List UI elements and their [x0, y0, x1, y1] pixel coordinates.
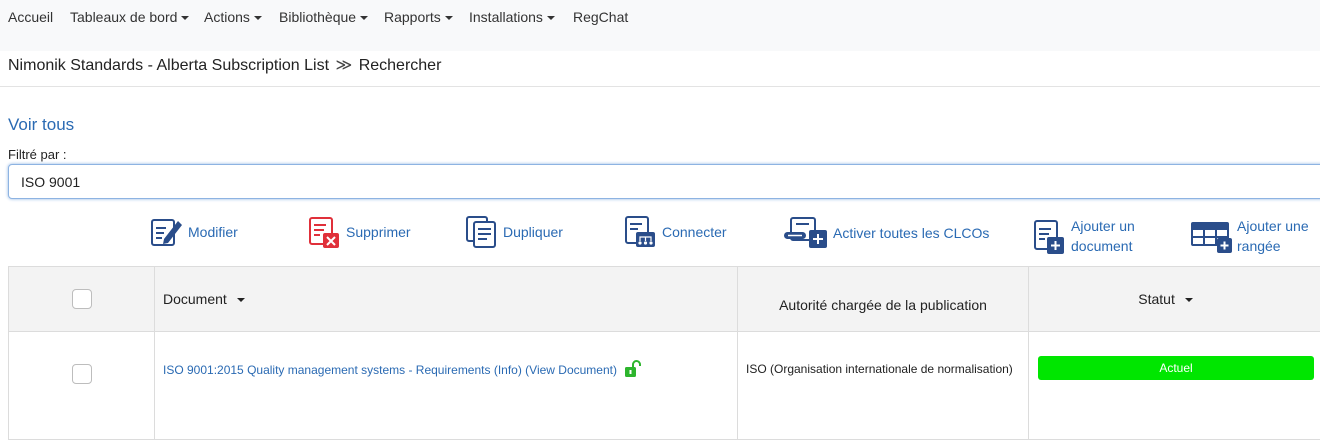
duplicate-icon: [465, 215, 499, 249]
top-navbar: Accueil Tableaux de bord Actions Bibliot…: [0, 0, 1320, 51]
authority-value: ISO (Organisation internationale de norm…: [746, 362, 1013, 376]
connecter-label: Connecter: [662, 224, 727, 240]
filter-input[interactable]: [8, 164, 1320, 199]
connecter-button[interactable]: Connecter: [624, 215, 727, 249]
caret-down-icon: [445, 16, 453, 20]
ajouter-document-button[interactable]: Ajouter un document: [1033, 216, 1135, 256]
nav-accueil-label: Accueil: [8, 9, 53, 25]
ajouter-document-line2: document: [1071, 238, 1132, 254]
ajouter-rangee-line1: Ajouter une: [1237, 218, 1309, 234]
modifier-button[interactable]: Modifier: [150, 215, 238, 249]
modifier-label: Modifier: [188, 224, 238, 240]
nav-rapports-label: Rapports: [384, 9, 441, 25]
nav-tableaux-de-bord[interactable]: Tableaux de bord: [70, 9, 189, 25]
status-badge: Actuel: [1038, 356, 1314, 380]
select-all-cell: [9, 267, 155, 332]
caret-down-icon: [181, 16, 189, 20]
status-header-wrap: Statut: [1138, 291, 1192, 307]
table-header-row: Document Autorité chargée de la publicat…: [9, 267, 1320, 332]
caret-down-icon: [254, 16, 262, 20]
authority-cell: ISO (Organisation internationale de norm…: [738, 332, 1029, 440]
breadcrumb: Nimonik Standards - Alberta Subscription…: [8, 55, 441, 75]
document-cell: ISO 9001:2015 Quality management systems…: [155, 332, 738, 440]
document-link[interactable]: ISO 9001:2015 Quality management systems…: [163, 363, 617, 377]
document-header-label: Document: [163, 291, 227, 307]
ajouter-rangee-label: Ajouter une rangée: [1237, 216, 1309, 256]
unlock-icon: [624, 360, 642, 378]
supprimer-label: Supprimer: [346, 224, 411, 240]
nav-installations[interactable]: Installations: [469, 9, 555, 25]
nav-regchat-label: RegChat: [573, 9, 628, 25]
activer-clcos-label: Activer toutes les CLCOs: [833, 225, 989, 241]
nav-rapports[interactable]: Rapports: [384, 9, 453, 25]
activate-link-icon: [783, 216, 829, 250]
row-select-cell: [9, 332, 155, 440]
nav-actions[interactable]: Actions: [204, 9, 262, 25]
breadcrumb-list-link[interactable]: Nimonik Standards - Alberta Subscription…: [8, 57, 329, 74]
authority-column-header: Autorité chargée de la publication: [738, 267, 1029, 332]
sort-caret-icon: [237, 298, 245, 302]
row-checkbox[interactable]: [72, 364, 92, 384]
divider: [0, 86, 1320, 87]
nav-tableaux-label: Tableaux de bord: [70, 9, 177, 25]
nav-bibliotheque[interactable]: Bibliothèque: [279, 9, 368, 25]
add-document-icon: [1033, 218, 1067, 254]
caret-down-icon: [360, 16, 368, 20]
supprimer-button[interactable]: Supprimer: [308, 215, 411, 249]
breadcrumb-separator: ≫: [336, 57, 353, 74]
ajouter-document-line1: Ajouter un: [1071, 218, 1135, 234]
ajouter-rangee-button[interactable]: Ajouter une rangée: [1191, 216, 1309, 256]
connect-document-icon: [624, 215, 658, 249]
status-header-label: Statut: [1138, 291, 1175, 307]
voir-tous-link[interactable]: Voir tous: [8, 115, 74, 135]
dupliquer-button[interactable]: Dupliquer: [465, 215, 563, 249]
sort-caret-icon: [1185, 298, 1193, 302]
document-column-header[interactable]: Document: [155, 267, 738, 332]
caret-down-icon: [547, 16, 555, 20]
documents-table: Document Autorité chargée de la publicat…: [8, 266, 1320, 440]
ajouter-document-label: Ajouter un document: [1071, 216, 1135, 256]
delete-document-icon: [308, 215, 342, 249]
table-row: ISO 9001:2015 Quality management systems…: [9, 332, 1320, 440]
authority-header-label: Autorité chargée de la publication: [779, 297, 987, 313]
status-cell: Actuel: [1029, 332, 1320, 440]
activer-clcos-button[interactable]: Activer toutes les CLCOs: [783, 216, 989, 250]
nav-actions-label: Actions: [204, 9, 250, 25]
breadcrumb-current: Rechercher: [359, 57, 442, 74]
select-all-checkbox[interactable]: [72, 289, 92, 309]
nav-bibliotheque-label: Bibliothèque: [279, 9, 356, 25]
add-row-icon: [1191, 218, 1233, 254]
dupliquer-label: Dupliquer: [503, 224, 563, 240]
nav-regchat[interactable]: RegChat: [573, 9, 628, 25]
status-column-header[interactable]: Statut: [1029, 267, 1320, 332]
nav-installations-label: Installations: [469, 9, 543, 25]
filter-label: Filtré par :: [8, 147, 67, 162]
ajouter-rangee-line2: rangée: [1237, 238, 1281, 254]
nav-accueil[interactable]: Accueil: [8, 9, 53, 25]
edit-icon: [150, 215, 184, 249]
